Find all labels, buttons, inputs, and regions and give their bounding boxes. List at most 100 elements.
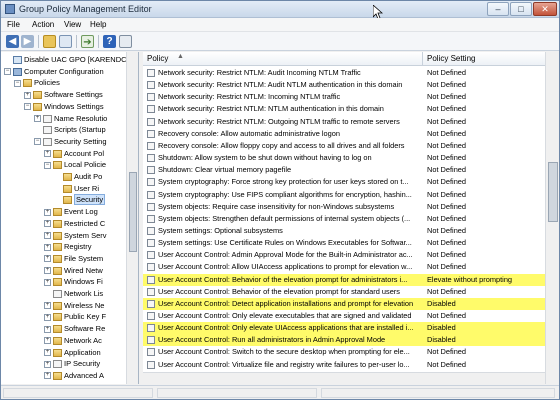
policy-row[interactable]: System settings: Use Certificate Rules o… bbox=[143, 237, 545, 249]
tree-node[interactable]: − Local Policie bbox=[44, 159, 106, 171]
policy-row[interactable]: Network security: Restrict NTLM: Audit I… bbox=[143, 67, 545, 79]
tree-node[interactable]: + File System bbox=[44, 253, 103, 265]
expand-icon[interactable]: + bbox=[34, 115, 41, 123]
tree-scroll-thumb[interactable] bbox=[129, 172, 137, 252]
tree-node[interactable]: + Advanced A bbox=[44, 370, 104, 382]
list-scroll-thumb[interactable] bbox=[548, 162, 558, 222]
menu-help[interactable]: Help bbox=[90, 20, 106, 29]
menu-action[interactable]: Action bbox=[32, 20, 54, 29]
back-arrow-icon[interactable]: ◀ bbox=[6, 35, 19, 48]
policy-row[interactable]: System objects: Strengthen default permi… bbox=[143, 213, 545, 225]
close-button[interactable]: ✕ bbox=[533, 2, 557, 16]
policy-row[interactable]: User Account Control: Only elevate UIAcc… bbox=[143, 322, 545, 335]
expand-icon[interactable]: + bbox=[44, 302, 51, 310]
column-header-policy[interactable]: Policy bbox=[147, 54, 168, 63]
policy-row[interactable]: Network security: Restrict NTLM: Outgoin… bbox=[143, 116, 545, 128]
export-list-icon[interactable]: ➔ bbox=[81, 35, 94, 48]
expand-icon[interactable]: + bbox=[44, 313, 51, 321]
tree-node[interactable]: + Windows Fi bbox=[44, 276, 103, 288]
policy-row[interactable]: User Account Control: Switch to the secu… bbox=[143, 346, 545, 358]
expand-icon[interactable]: + bbox=[44, 325, 51, 333]
tree-node[interactable]: Disable UAC GPO [KARENDC.VI bbox=[4, 54, 136, 66]
policy-row[interactable]: Network security: Restrict NTLM: Audit N… bbox=[143, 79, 545, 91]
tree-node[interactable]: + Name Resolutio bbox=[34, 113, 107, 125]
policy-icon bbox=[147, 275, 155, 284]
maximize-button[interactable]: □ bbox=[510, 2, 532, 16]
policy-row[interactable]: Recovery console: Allow automatic admini… bbox=[143, 128, 545, 140]
tree-node[interactable]: + Software Re bbox=[44, 323, 105, 335]
collapse-icon[interactable]: − bbox=[4, 68, 11, 76]
policy-row[interactable]: User Account Control: Behavior of the el… bbox=[143, 273, 545, 286]
collapse-icon[interactable]: − bbox=[34, 138, 41, 146]
policy-row[interactable]: System cryptography: Use FIPS compliant … bbox=[143, 189, 545, 201]
expand-icon[interactable]: + bbox=[44, 150, 51, 158]
title-bar[interactable]: Group Policy Management Editor – □ ✕ bbox=[1, 1, 559, 18]
list-horizontal-scrollbar[interactable] bbox=[143, 372, 545, 384]
tree-node[interactable]: + Restricted C bbox=[44, 218, 105, 230]
expand-icon[interactable]: + bbox=[44, 360, 51, 368]
policy-row[interactable]: User Account Control: Run all administra… bbox=[143, 334, 545, 347]
up-folder-icon[interactable] bbox=[43, 35, 56, 48]
column-header-policy-setting[interactable]: Policy Setting bbox=[427, 54, 475, 63]
policy-row[interactable]: Shutdown: Clear virtual memory pagefile N… bbox=[143, 164, 545, 176]
menu-view[interactable]: View bbox=[64, 20, 81, 29]
tree-node[interactable]: + Wired Netw bbox=[44, 265, 103, 277]
tree-node[interactable]: + Account Pol bbox=[44, 148, 104, 160]
tree-node[interactable]: Security bbox=[54, 194, 106, 206]
policy-row[interactable]: User Account Control: Allow UIAccess app… bbox=[143, 261, 545, 273]
expand-icon[interactable]: + bbox=[24, 91, 31, 99]
tree-node[interactable]: + Registry bbox=[44, 241, 92, 253]
policy-row[interactable]: Network security: Restrict NTLM: NTLM au… bbox=[143, 103, 545, 115]
tree-node[interactable]: − Computer Configuration bbox=[4, 66, 104, 78]
policy-row[interactable]: System settings: Optional subsystems Not … bbox=[143, 225, 545, 237]
policy-row[interactable]: User Account Control: Detect application… bbox=[143, 297, 545, 310]
policy-row[interactable]: User Account Control: Virtualize file an… bbox=[143, 359, 545, 371]
tree-node[interactable]: User Ri bbox=[54, 183, 99, 195]
tree-node[interactable]: − Policies bbox=[14, 77, 60, 89]
policy-row[interactable]: System cryptography: Force strong key pr… bbox=[143, 176, 545, 188]
minimize-button[interactable]: – bbox=[487, 2, 509, 16]
policy-setting-value: Not Defined bbox=[427, 347, 467, 357]
policy-row[interactable]: System objects: Require case insensitivi… bbox=[143, 201, 545, 213]
policy-row[interactable]: Shutdown: Allow system to be shut down w… bbox=[143, 152, 545, 164]
tree-scrollbar[interactable] bbox=[126, 52, 138, 384]
policy-row[interactable]: Network security: Restrict NTLM: Incomin… bbox=[143, 91, 545, 103]
collapse-icon[interactable]: − bbox=[14, 79, 21, 87]
policy-row[interactable]: User Account Control: Only elevate execu… bbox=[143, 310, 545, 322]
tree-node[interactable]: + Public Key F bbox=[44, 311, 106, 323]
expand-icon[interactable]: + bbox=[44, 278, 51, 286]
tree-node[interactable]: + Wireless Ne bbox=[44, 300, 104, 312]
list-vertical-scrollbar[interactable] bbox=[545, 52, 559, 384]
expand-icon[interactable]: + bbox=[44, 337, 51, 345]
forward-arrow-icon[interactable]: ▶ bbox=[21, 35, 34, 48]
expand-icon[interactable]: + bbox=[44, 232, 51, 240]
tree-node[interactable]: + System Serv bbox=[44, 230, 107, 242]
collapse-icon[interactable]: − bbox=[24, 103, 31, 111]
expand-icon[interactable]: + bbox=[44, 243, 51, 251]
expand-icon[interactable]: + bbox=[44, 255, 51, 263]
tree-node[interactable]: Audit Po bbox=[54, 171, 102, 183]
menu-file[interactable]: File bbox=[7, 20, 20, 29]
tree-node[interactable]: Scripts (Startup bbox=[34, 124, 106, 136]
properties-icon[interactable] bbox=[119, 35, 132, 48]
collapse-icon[interactable]: − bbox=[44, 161, 51, 169]
expand-icon[interactable]: + bbox=[44, 349, 51, 357]
show-hide-tree-icon[interactable] bbox=[59, 35, 72, 48]
expand-icon[interactable]: + bbox=[44, 220, 51, 228]
tree-node[interactable]: + Event Log bbox=[44, 206, 98, 218]
tree-node[interactable]: Network Lis bbox=[44, 288, 103, 300]
tree-node[interactable]: − Windows Settings bbox=[24, 101, 104, 113]
expand-icon[interactable]: + bbox=[44, 208, 51, 216]
tree-node[interactable]: + Software Settings bbox=[24, 89, 103, 101]
column-divider[interactable] bbox=[422, 52, 423, 66]
tree-node[interactable]: − Security Setting bbox=[34, 136, 107, 148]
expand-icon[interactable]: + bbox=[44, 267, 51, 275]
policy-row[interactable]: Recovery console: Allow floppy copy and … bbox=[143, 140, 545, 152]
policy-row[interactable]: User Account Control: Admin Approval Mod… bbox=[143, 249, 545, 261]
tree-node[interactable]: + Network Ac bbox=[44, 335, 102, 347]
tree-node[interactable]: + IP Security bbox=[44, 358, 100, 370]
tree-node[interactable]: + Application bbox=[44, 347, 101, 359]
policy-row[interactable]: User Account Control: Behavior of the el… bbox=[143, 286, 545, 298]
expand-icon[interactable]: + bbox=[44, 372, 51, 380]
help-icon[interactable]: ? bbox=[103, 35, 116, 48]
